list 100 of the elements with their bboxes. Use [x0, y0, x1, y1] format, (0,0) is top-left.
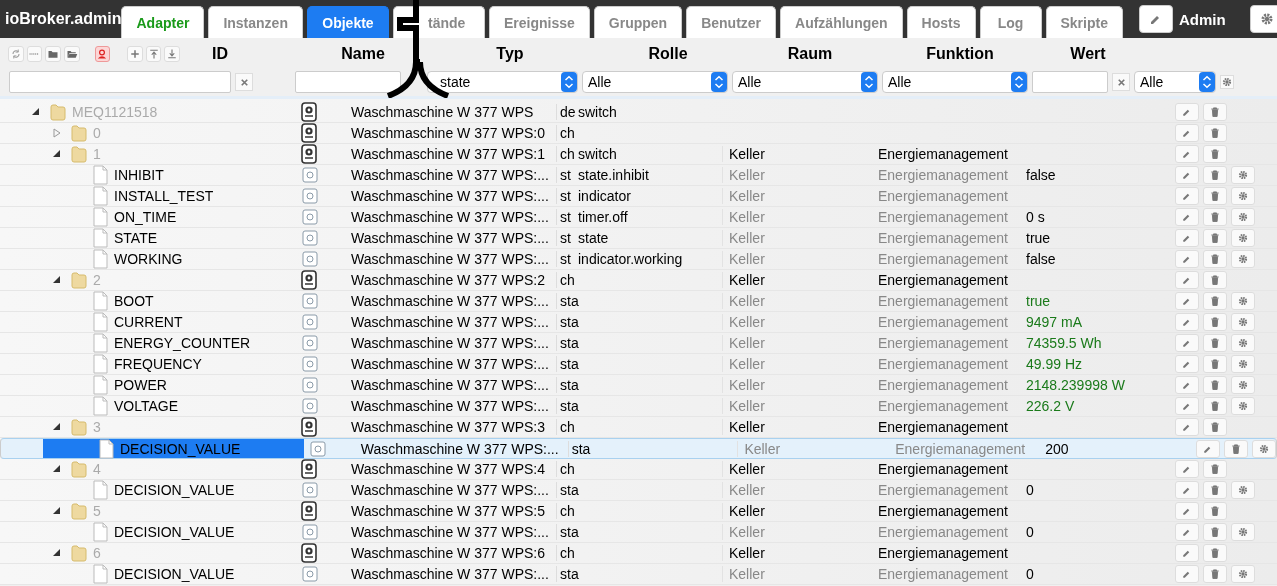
object-id[interactable]: DECISION_VALUE — [114, 566, 235, 582]
object-type: sta — [560, 566, 579, 582]
object-id[interactable]: WORKING — [114, 251, 183, 267]
object-name: Waschmaschine W 377 WPS:... — [351, 251, 549, 267]
expanded-arrow-icon[interactable] — [51, 148, 62, 160]
delete-button[interactable] — [1203, 187, 1227, 205]
refresh-button[interactable] — [8, 46, 24, 62]
object-id[interactable]: INSTALL_TEST — [114, 188, 214, 204]
nav-tab[interactable]: Gruppen — [593, 6, 683, 38]
delete-button[interactable] — [1203, 145, 1227, 163]
toolbar-button[interactable] — [127, 46, 143, 62]
filter-dropdown[interactable]: Alle — [882, 71, 1028, 93]
delete-button[interactable] — [1203, 376, 1227, 394]
delete-button[interactable] — [1203, 271, 1227, 289]
object-id[interactable]: CURRENT — [114, 314, 183, 330]
nav-tab[interactable]: Instanzen — [208, 6, 303, 38]
object-id[interactable]: ON_TIME — [114, 209, 177, 225]
delete-button[interactable] — [1203, 229, 1227, 247]
delete-button[interactable] — [1224, 439, 1248, 458]
filter-dropdown[interactable]: Alle — [1134, 71, 1216, 93]
table-row[interactable]: WORKING Waschmaschine W 377 WPS:... st indicator.working Keller Energiemanagement false — [0, 249, 1277, 270]
object-id[interactable]: POWER — [114, 377, 167, 393]
delete-button[interactable] — [1203, 103, 1227, 121]
nav-tab[interactable]: Aufzählungen — [780, 6, 903, 38]
chevron-updown-icon — [711, 72, 727, 92]
nav-tab[interactable]: Skripte — [1045, 6, 1123, 38]
expanded-arrow-icon[interactable] — [51, 274, 62, 286]
object-id[interactable]: ENERGY_COUNTER — [114, 335, 251, 351]
edit-button[interactable] — [1138, 5, 1173, 33]
filter-dropdown[interactable]: Alle — [732, 71, 878, 93]
expanded-arrow-icon[interactable] — [51, 547, 62, 559]
table-row[interactable]: DECISION_VALUE Waschmaschine W 377 WPS:... sta Keller Energiemanagement 0 — [0, 480, 1277, 501]
table-row[interactable]: DECISION_VALUE Waschmaschine W 377 WPS:... sta Keller Energiemanagement 0 — [0, 522, 1277, 543]
table-row[interactable]: DECISION_VALUE Waschmaschine W 377 WPS:... sta Keller Energiemanagement 0 — [0, 564, 1277, 585]
object-id[interactable]: INHIBIT — [114, 167, 164, 183]
table-row[interactable]: ON_TIME Waschmaschine W 377 WPS:... st timer.off Keller Energiemanagement 0 s — [0, 207, 1277, 228]
table-row[interactable]: CURRENT Waschmaschine W 377 WPS:... sta Keller Energiemanagement 9497 mA — [0, 312, 1277, 333]
expanded-arrow-icon[interactable] — [30, 106, 41, 118]
nav-tab[interactable]: Ereignisse — [488, 6, 590, 38]
table-row[interactable]: 2 Waschmaschine W 377 WPS:2 ch Keller Energiemanagement — [0, 270, 1277, 291]
object-id[interactable]: BOOT — [114, 293, 154, 309]
filter-field[interactable] — [295, 71, 401, 93]
toolbar-button[interactable] — [45, 46, 61, 62]
toolbar-button[interactable] — [164, 46, 180, 62]
table-row[interactable]: INSTALL_TEST Waschmaschine W 377 WPS:... st indicator Keller Energiemanagement — [0, 186, 1277, 207]
table-row[interactable]: INHIBIT Waschmaschine W 377 WPS:... st state.inhibit Keller Energiemanagement false — [0, 165, 1277, 186]
table-row[interactable]: VOLTAGE Waschmaschine W 377 WPS:... sta Keller Energiemanagement 226.2 V — [0, 396, 1277, 417]
collapsed-arrow-icon[interactable] — [51, 127, 62, 139]
nav-tab[interactable]: Log — [979, 6, 1042, 38]
table-row[interactable]: BOOT Waschmaschine W 377 WPS:... sta Keller Energiemanagement true — [0, 291, 1277, 312]
table-row[interactable]: 4 Waschmaschine W 377 WPS:4 ch Keller Energiemanagement — [0, 459, 1277, 480]
delete-button[interactable] — [1203, 460, 1227, 478]
settings-button[interactable] — [1249, 5, 1277, 33]
delete-button[interactable] — [1203, 292, 1227, 310]
nav-tab[interactable]: Benutzer — [686, 6, 777, 38]
delete-button[interactable] — [1203, 565, 1227, 583]
toolbar-button[interactable] — [63, 46, 80, 62]
expanded-arrow-icon[interactable] — [51, 463, 62, 475]
filter-field[interactable] — [1032, 71, 1108, 93]
table-row[interactable]: FREQUENCY Waschmaschine W 377 WPS:... sta Keller Energiemanagement 49.99 Hz — [0, 354, 1277, 375]
table-row[interactable]: 6 Waschmaschine W 377 WPS:6 ch Keller Energiemanagement — [0, 543, 1277, 564]
object-id[interactable]: STATE — [114, 230, 158, 246]
delete-button[interactable] — [1203, 313, 1227, 331]
table-row[interactable]: POWER Waschmaschine W 377 WPS:... sta Keller Energiemanagement 2148.239998 W — [0, 375, 1277, 396]
nav-tab[interactable]: Adapter — [121, 6, 205, 38]
toolbar-button[interactable] — [94, 46, 111, 62]
clear-button[interactable] — [235, 73, 253, 91]
expanded-arrow-icon[interactable] — [51, 421, 62, 433]
delete-button[interactable] — [1203, 250, 1227, 268]
object-id[interactable]: DECISION_VALUE — [114, 524, 235, 540]
nav-tab[interactable]: Objekte — [306, 6, 389, 38]
delete-button[interactable] — [1203, 355, 1227, 373]
delete-button[interactable] — [1203, 481, 1227, 499]
delete-button[interactable] — [1203, 166, 1227, 184]
delete-button[interactable] — [1203, 124, 1227, 142]
delete-button[interactable] — [1203, 523, 1227, 541]
object-type: sta — [560, 293, 579, 309]
table-row[interactable]: STATE Waschmaschine W 377 WPS:... st state Keller Energiemanagement true — [0, 228, 1277, 249]
filter-dropdown[interactable]: Alle — [582, 71, 728, 93]
expanded-arrow-icon[interactable] — [51, 505, 62, 517]
delete-button[interactable] — [1203, 502, 1227, 520]
toolbar-button[interactable] — [145, 46, 162, 62]
table-row[interactable]: MEQ1121518 Waschmaschine W 377 WPS de switch — [0, 102, 1277, 123]
table-row[interactable]: 0 Waschmaschine W 377 WPS:0 ch — [0, 123, 1277, 144]
object-id[interactable]: VOLTAGE — [114, 398, 179, 414]
clear-button[interactable] — [1112, 73, 1130, 91]
table-row[interactable]: ENERGY_COUNTER Waschmaschine W 377 WPS:... sta Keller Energiemanagement 74359.5 Wh — [0, 333, 1277, 354]
delete-button[interactable] — [1203, 544, 1227, 562]
nav-tab[interactable]: Hosts — [906, 6, 976, 38]
object-id[interactable]: FREQUENCY — [114, 356, 202, 372]
filter-dropdown[interactable]: state — [427, 71, 578, 93]
delete-button[interactable] — [1203, 334, 1227, 352]
table-row[interactable]: 1 Waschmaschine W 377 WPS:1 ch switch Keller Energiemanagement — [0, 144, 1277, 165]
delete-button[interactable] — [1203, 397, 1227, 415]
table-row[interactable]: DECISION_VALUE Waschmaschine W 377 WPS:... sta Keller Energiemanagement 200 — [0, 438, 1277, 459]
delete-button[interactable] — [1203, 418, 1227, 436]
filter-field[interactable] — [9, 71, 231, 93]
table-row[interactable]: 5 Waschmaschine W 377 WPS:5 ch Keller Energiemanagement — [0, 501, 1277, 522]
delete-button[interactable] — [1203, 208, 1227, 226]
object-id[interactable]: DECISION_VALUE — [114, 482, 235, 498]
